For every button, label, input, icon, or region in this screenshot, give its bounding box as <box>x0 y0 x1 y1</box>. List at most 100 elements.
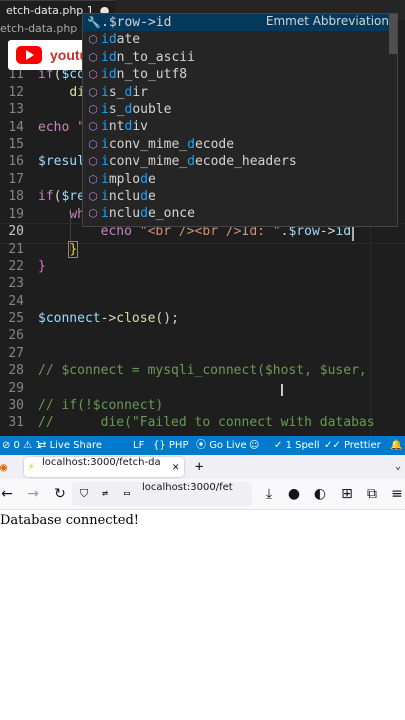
method-cube-icon: ⬡ <box>88 103 98 116</box>
download-icon[interactable]: ⤓ <box>262 479 276 509</box>
code-line: di <box>69 85 85 100</box>
text-caret <box>352 225 354 241</box>
suggest-item[interactable]: ⬡ iconv_mime_decode_headers <box>83 153 397 170</box>
code-line: // $connect = mysqli_connect($host, $use… <box>38 363 367 378</box>
problems-indicator[interactable]: ⊘ 0 ⚠ 1 <box>2 436 42 455</box>
line-number: 17 <box>8 172 24 187</box>
code-line: $connect->close(); <box>38 311 179 326</box>
suggest-item-label: idn_to_ascii <box>101 49 195 65</box>
line-number: 26 <box>8 328 24 343</box>
suggest-item-label: iconv_mime_decode_headers <box>101 154 297 170</box>
line-number: 12 <box>8 85 24 100</box>
close-tab-icon[interactable]: ✕ <box>172 457 179 477</box>
line-number: 21 <box>8 242 24 257</box>
mouse-cursor <box>281 384 283 396</box>
suggest-item[interactable]: ⬡ include_once <box>83 205 397 222</box>
spell-label: 1 Spell <box>285 440 320 451</box>
method-cube-icon: ⬡ <box>88 207 98 221</box>
suggest-item-label: idate <box>101 32 141 48</box>
editor-tab-label: etch-data.php 1 <box>6 4 94 17</box>
suggest-item-label: is_double <box>101 102 172 117</box>
line-number: 22 <box>8 259 24 274</box>
method-cube-icon: ⬡ <box>88 50 98 64</box>
browser-page: Database connected! <box>0 510 405 720</box>
line-number: 14 <box>8 120 24 135</box>
browser-tab-strip: ◉ ⚡ localhost:3000/fetch-da ✕ + ⌄ <box>0 455 405 479</box>
spell-check-item[interactable]: ✓ 1 Spell <box>274 436 320 455</box>
go-live-button[interactable]: ⦿ Go Live <box>196 436 247 455</box>
lock-icon[interactable]: ▭ <box>124 482 130 506</box>
suggest-item[interactable]: ⬡ idn_to_ascii <box>83 49 397 66</box>
line-number: 28 <box>8 363 24 378</box>
method-cube-icon: ⬡ <box>88 155 98 169</box>
method-cube-icon: ⬡ <box>88 120 98 134</box>
line-number: 20 <box>8 224 24 239</box>
method-cube-icon: ⬡ <box>88 33 98 47</box>
suggest-item-label: implode <box>101 171 156 187</box>
language-mode[interactable]: {} PHP <box>153 436 189 455</box>
suggest-item-label: iconv_mime_decode <box>101 136 235 152</box>
puzzle-icon[interactable]: ⧉ <box>365 479 379 509</box>
method-cube-icon: ⬡ <box>88 172 98 186</box>
account-icon[interactable]: ☺ <box>249 436 259 455</box>
back-arrow-icon[interactable]: ← <box>0 479 14 509</box>
wrench-icon: 🔧 <box>87 16 101 29</box>
suggest-item[interactable]: ⬡ is_double <box>83 101 397 118</box>
menu-hamburger-icon[interactable]: ≡ <box>390 479 404 509</box>
code-line: wh <box>69 207 85 222</box>
method-cube-icon: ⬡ <box>88 137 98 151</box>
live-share-item[interactable]: ⇄ Live Share <box>38 436 102 455</box>
firefox-icon[interactable]: ◉ <box>0 457 14 477</box>
code-line: } <box>68 241 79 258</box>
browser-toolbar: ← → ↻ ⛉ ⇌ ▭ localhost:3000/fet ⤓ ● ◐ ⊞ ⧉… <box>0 479 405 510</box>
suggest-item-label: include <box>101 189 156 204</box>
suggest-item[interactable]: ⬡ include <box>83 188 397 205</box>
extension-circle-icon[interactable]: ◐ <box>313 479 327 509</box>
suggest-item-label: .$row->id <box>101 15 172 30</box>
notifications-bell-icon[interactable]: 🔔 <box>390 436 402 455</box>
line-number: 31 <box>8 415 24 430</box>
suggest-item[interactable]: ⬡ is_dir <box>83 84 397 101</box>
line-number: 27 <box>8 346 24 361</box>
line-number: 23 <box>8 276 24 291</box>
eol-indicator[interactable]: LF <box>133 436 144 455</box>
autocomplete-suggest-widget[interactable]: 🔧 .$row->id Emmet Abbreviation ⬡ idate ⬡… <box>82 13 398 227</box>
suggest-item-label: include_once <box>101 206 195 222</box>
code-line: $resul <box>38 154 85 169</box>
suggest-item[interactable]: ⬡ iconv_mime_decode <box>83 136 397 153</box>
language-label: PHP <box>168 440 189 451</box>
reload-icon[interactable]: ↻ <box>53 479 67 509</box>
suggest-item[interactable]: ⬡ intdiv <box>83 118 397 135</box>
code-line: // die("Failed to connect with databas <box>38 415 375 430</box>
suggest-item[interactable]: ⬡ implode <box>83 171 397 188</box>
suggest-item-label: idn_to_utf8 <box>101 67 188 83</box>
status-bar: ⊘ 0 ⚠ 1 ⇄ Live Share LF {} PHP ⦿ Go Live… <box>0 436 405 455</box>
method-cube-icon: ⬡ <box>88 190 98 203</box>
suggest-item-label: intdiv <box>101 119 148 135</box>
url-text: localhost:3000/fet <box>142 482 233 493</box>
suggest-item[interactable]: 🔧 .$row->id Emmet Abbreviation <box>83 14 397 32</box>
shield-icon[interactable]: ⛉ <box>80 482 88 506</box>
suggest-item[interactable]: ⬡ idn_to_utf8 <box>83 66 397 83</box>
go-live-label: Go Live <box>209 440 247 451</box>
extensions-grid-icon[interactable]: ⊞ <box>340 479 354 509</box>
code-line: // if(!$connect) <box>38 398 164 413</box>
suggest-item-detail: Emmet Abbreviation <box>265 14 389 28</box>
tab-list-chevron-icon[interactable]: ⌄ <box>395 455 401 479</box>
line-number: 29 <box>8 381 24 396</box>
url-bar[interactable]: ⛉ ⇌ ▭ localhost:3000/fet <box>72 482 252 506</box>
live-share-label: Live Share <box>49 440 103 451</box>
browser-tab[interactable]: ⚡ localhost:3000/fetch-da ✕ <box>24 457 184 477</box>
suggest-item[interactable]: ⬡ idate <box>83 31 397 48</box>
prettier-label: Prettier <box>343 440 381 451</box>
prettier-item[interactable]: ✓✓ Prettier <box>324 436 381 455</box>
line-number: 13 <box>8 102 24 117</box>
new-tab-icon[interactable]: + <box>195 455 203 479</box>
line-number: 19 <box>8 207 24 222</box>
extension-t-icon[interactable]: ● <box>287 479 301 509</box>
suggest-scrollbar[interactable] <box>389 14 397 54</box>
forward-arrow-icon[interactable]: → <box>26 479 40 509</box>
lightning-icon: ⚡ <box>28 460 35 473</box>
page-info-icon[interactable]: ⇌ <box>102 482 108 506</box>
line-number: 15 <box>8 137 24 152</box>
